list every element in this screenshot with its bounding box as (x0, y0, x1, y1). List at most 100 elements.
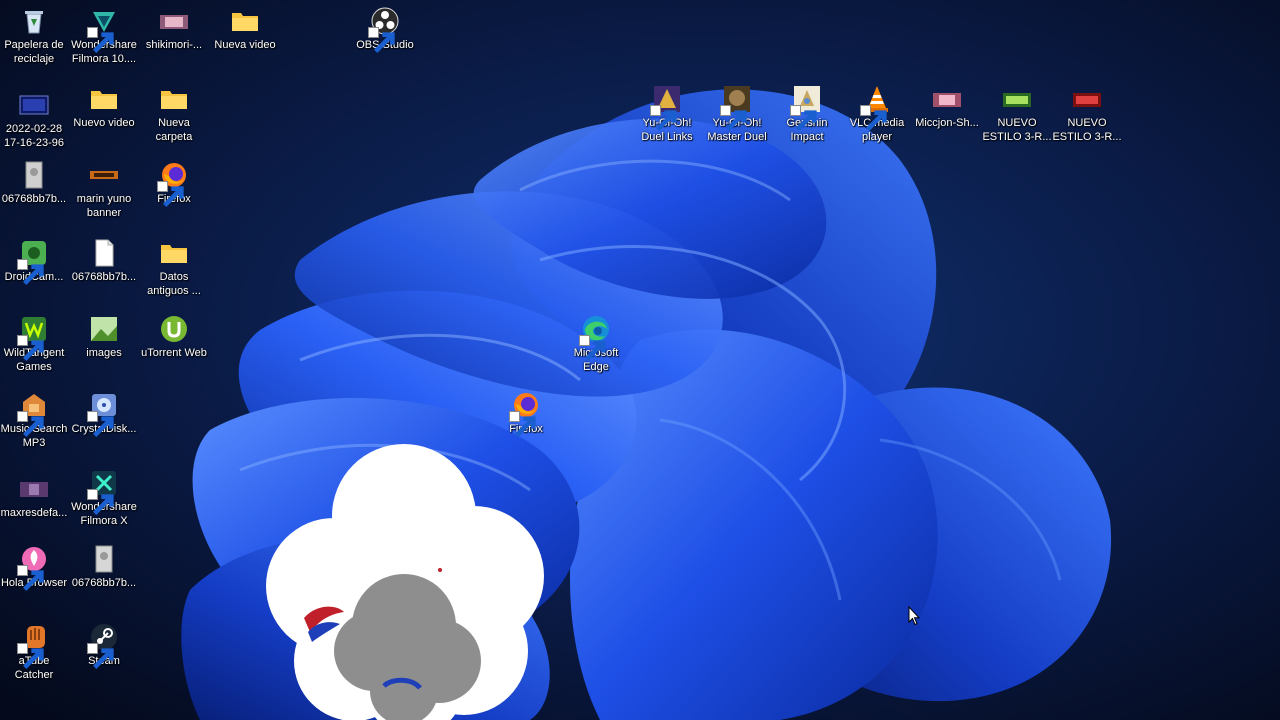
miccjon-item[interactable]: Miccjon-Sh... (912, 84, 982, 130)
folder-icon (89, 84, 119, 114)
utorrent-item[interactable]: uTorrent Web (139, 314, 209, 360)
nuevo-estilo-item-1[interactable]: NUEVO ESTILO 3-R... (982, 84, 1052, 144)
obs-studio-icon (368, 6, 400, 53)
obs-studio-item[interactable]: OBS Studio (350, 6, 420, 53)
folder-icon (159, 238, 189, 268)
desktop[interactable]: Papelera de reciclaje 2022-02-28 17-16-2… (0, 0, 1280, 720)
shikimori-item[interactable]: shikimori-... (139, 6, 209, 52)
atube-catcher-icon (17, 622, 49, 669)
capture-2022-item[interactable]: 2022-02-28 17-16-23-96 (0, 90, 69, 150)
shortcut-arrow-icon (17, 565, 44, 591)
shortcut-arrow-icon (17, 335, 44, 361)
capture-2022-label: 2022-02-28 17-16-23-96 (4, 123, 64, 149)
nueva-carpeta-label: Nueva carpeta (155, 117, 193, 143)
marin-banner-label: marin yuno banner (76, 193, 132, 219)
image-thumbnail-icon (19, 474, 49, 504)
music-search-icon (17, 390, 49, 437)
shortcut-arrow-icon (157, 181, 184, 207)
marin-banner-item[interactable]: marin yuno banner (69, 160, 139, 220)
shortcut-arrow-icon (87, 643, 114, 669)
images-item[interactable]: images (69, 314, 139, 360)
file-06768-label-1: 06768bb7b... (1, 193, 67, 205)
utorrent-icon (159, 314, 189, 344)
shortcut-arrow-icon (790, 105, 817, 131)
image-file-icon (89, 544, 119, 574)
nuevo-video-label: Nuevo video (73, 117, 135, 129)
file-06768-label-2: 06768bb7b... (71, 271, 137, 283)
nueva-carpeta-item[interactable]: Nueva carpeta (139, 84, 209, 144)
shortcut-arrow-icon (17, 259, 44, 285)
shortcut-arrow-icon (87, 411, 114, 437)
steam-icon (87, 622, 119, 669)
music-search-item[interactable]: Music Search MP3 (0, 390, 69, 450)
mouse-cursor-icon (908, 606, 920, 626)
nuevo-estilo-label-1: NUEVO ESTILO 3-R... (982, 117, 1052, 143)
recycle-bin-label: Papelera de reciclaje (4, 39, 64, 65)
atube-catcher-item[interactable]: aTube Catcher (0, 622, 69, 682)
nuevo-video-item[interactable]: Nuevo video (69, 84, 139, 130)
recycle-bin-icon (19, 6, 49, 36)
image-thumbnail-icon (89, 314, 119, 344)
images-label: images (86, 347, 122, 359)
image-thumbnail-icon (89, 160, 119, 190)
shortcut-arrow-icon (17, 411, 44, 437)
shortcut-arrow-icon (720, 105, 747, 131)
shortcut-arrow-icon (860, 105, 887, 131)
miccjon-label: Miccjon-Sh... (915, 117, 979, 129)
recycle-bin-icon-item[interactable]: Papelera de reciclaje (0, 6, 69, 66)
image-thumbnail-icon (1002, 84, 1032, 114)
firefox-left-item[interactable]: Firefox (139, 160, 209, 207)
yugioh-master-duel-icon (720, 84, 752, 131)
wildtangent-item[interactable]: WildTangent Games (0, 314, 69, 374)
yugioh-duel-links-icon (650, 84, 682, 131)
microsoft-edge-item[interactable]: Microsoft Edge (561, 314, 631, 374)
nueva-video-item[interactable]: Nueva video (210, 6, 280, 52)
maxresdefault-label: maxresdefa... (0, 507, 68, 519)
maxresdefault-item[interactable]: maxresdefa... (0, 474, 69, 520)
occlusion-blob (266, 444, 544, 720)
hola-browser-item[interactable]: Hola Browser (0, 544, 69, 591)
crystaldisk-icon (87, 390, 119, 437)
droidcam-icon (17, 238, 49, 285)
firefox-center-item[interactable]: Firefox (491, 390, 561, 437)
yugioh-master-duel-item[interactable]: Yu-Gi-Oh! Master Duel (702, 84, 772, 144)
shortcut-arrow-icon (87, 489, 114, 515)
folder-icon (230, 6, 260, 36)
file-06768-item-1[interactable]: 06768bb7b... (0, 160, 69, 206)
file-06768-item-2[interactable]: 06768bb7b... (69, 238, 139, 284)
edge-icon (579, 314, 611, 361)
filmora-icon (87, 468, 119, 515)
yugioh-duel-links-item[interactable]: Yu-Gi-Oh! Duel Links (632, 84, 702, 144)
firefox-icon (509, 390, 541, 437)
folder-icon (159, 84, 189, 114)
crystaldisk-item[interactable]: CrystalDisk... (69, 390, 139, 437)
blank-file-icon (89, 238, 119, 268)
nueva-video-label: Nueva video (214, 39, 276, 51)
file-06768-label-3: 06768bb7b... (71, 577, 137, 589)
filmora-x-item[interactable]: Wondershare Filmora X (69, 468, 139, 528)
genshin-impact-icon (790, 84, 822, 131)
video-thumbnail-icon (19, 90, 49, 120)
datos-antiguos-label: Datos antiguos ... (147, 271, 201, 297)
genshin-impact-item[interactable]: Genshin Impact (772, 84, 842, 144)
datos-antiguos-item[interactable]: Datos antiguos ... (139, 238, 209, 298)
shikimori-label: shikimori-... (145, 39, 203, 51)
shortcut-arrow-icon (650, 105, 677, 131)
shortcut-arrow-icon (509, 411, 536, 437)
vlc-cone-icon (860, 84, 892, 131)
shortcut-arrow-icon (368, 27, 395, 53)
image-thumbnail-icon (159, 6, 189, 36)
vlc-item[interactable]: VLC media player (842, 84, 912, 144)
droidcam-item[interactable]: DroidCam... (0, 238, 69, 285)
filmora10-item[interactable]: Wondershare Filmora 10.... (69, 6, 139, 66)
shortcut-arrow-icon (17, 643, 44, 669)
file-06768-item-3[interactable]: 06768bb7b... (69, 544, 139, 590)
nuevo-estilo-item-2[interactable]: NUEVO ESTILO 3-R... (1052, 84, 1122, 144)
image-file-icon (19, 160, 49, 190)
nuevo-estilo-label-2: NUEVO ESTILO 3-R... (1052, 117, 1122, 143)
hola-browser-icon (17, 544, 49, 591)
shortcut-arrow-icon (579, 335, 606, 361)
image-thumbnail-icon (1072, 84, 1102, 114)
firefox-icon (157, 160, 189, 207)
steam-item[interactable]: Steam (69, 622, 139, 669)
